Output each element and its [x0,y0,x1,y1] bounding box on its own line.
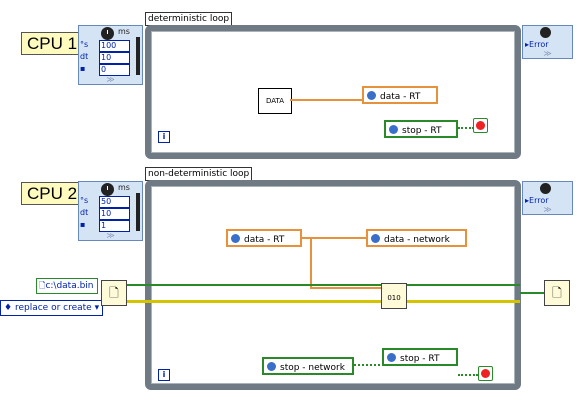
data-constant[interactable]: DATA [258,88,292,114]
node-label: data - network [384,235,450,245]
unit-label: ms [118,27,130,36]
unit-label: ms [118,183,130,192]
enum-arrows-icon: ♦ [4,303,13,313]
clock-icon [101,27,114,40]
stop-wire [354,364,380,366]
shared-variable-stop-rt-1[interactable]: stop - RT [384,120,458,138]
timed-loop-input-node-1[interactable]: ms °s 100 dt 10 ▪ 0 ≫ [78,25,143,85]
network-variable-icon [267,362,276,371]
data-wire-branch [310,287,382,289]
timed-loop-output-node-1[interactable]: ▸Error ≫ [522,25,573,59]
cpu2-label: CPU 2 [21,182,84,205]
stop-wire [458,374,478,376]
write-binary-label: 010 [387,294,401,302]
data-wire [290,99,364,101]
close-file-icon[interactable]: 🗋 [544,280,570,306]
stop-wire [458,127,474,129]
clock-icon [540,27,551,38]
node-connector-bar [136,37,140,75]
write-binary-icon[interactable]: 010 [381,283,407,309]
cpu1-label: CPU 1 [21,32,84,55]
network-variable-stop-network[interactable]: stop - network [262,357,354,375]
network-variable-data-network[interactable]: data - network [366,229,467,247]
priority-label: ▪ [80,64,86,73]
shared-variable-data-rt-1[interactable]: data - RT [362,86,438,104]
stop-icon[interactable] [478,366,493,381]
node-label: stop - RT [400,354,440,364]
stop-icon[interactable] [473,118,488,133]
expand-chevron-icon[interactable]: ≫ [79,76,142,84]
loop2-title: non-deterministic loop [145,167,253,181]
shared-variable-icon [389,125,398,134]
dt-label: dt [80,52,89,61]
loop1-title: deterministic loop [145,12,233,26]
file-path-value: c:\data.bin [45,281,94,291]
clock-icon [540,183,551,194]
shared-variable-stop-rt-2[interactable]: stop - RT [382,348,458,366]
shared-variable-icon [367,91,376,100]
file-path-control[interactable]: 🗋c:\data.bin [36,278,98,294]
node-label: data - RT [380,92,421,102]
dt-field[interactable]: 10 [99,208,130,220]
open-mode-enum[interactable]: ♦ replace or create ▾ [0,300,104,316]
data-wire-branch [310,237,312,289]
open-mode-value: replace or create [14,303,92,313]
shared-variable-data-rt-2[interactable]: data - RT [226,229,302,247]
dropdown-arrow-icon: ▾ [94,303,100,313]
iteration-terminal: i [158,369,170,381]
period-offset-label: °s [80,40,89,49]
period-offset-field[interactable]: 100 [99,40,130,52]
node-label: stop - RT [402,126,442,136]
expand-chevron-icon[interactable]: ≫ [523,50,572,58]
node-connector-bar [136,193,140,231]
timed-loop-output-node-2[interactable]: ▸Error ≫ [522,181,573,215]
node-label: stop - network [280,363,345,373]
expand-chevron-icon[interactable]: ≫ [79,232,142,240]
expand-chevron-icon[interactable]: ≫ [523,206,572,214]
dt-label: dt [80,208,89,217]
deterministic-loop-frame[interactable] [145,25,521,159]
refnum-wire [125,284,520,286]
open-file-icon[interactable]: 🗋 [101,280,127,306]
iteration-terminal: i [158,131,170,143]
node-label: data - RT [244,235,285,245]
refnum-wire-out [520,292,544,294]
shared-variable-icon [387,353,396,362]
error-output-label: Error [529,40,549,49]
priority-field[interactable]: 1 [99,220,130,232]
priority-field[interactable]: 0 [99,64,130,76]
period-offset-field[interactable]: 50 [99,196,130,208]
error-wire [125,300,520,303]
timed-loop-input-node-2[interactable]: ms °s 50 dt 10 ▪ 1 ≫ [78,181,143,241]
priority-label: ▪ [80,220,86,229]
period-offset-label: °s [80,196,89,205]
dt-field[interactable]: 10 [99,52,130,64]
network-variable-icon [371,234,380,243]
error-output-label: Error [529,196,549,205]
shared-variable-icon [231,234,240,243]
clock-icon [101,183,114,196]
